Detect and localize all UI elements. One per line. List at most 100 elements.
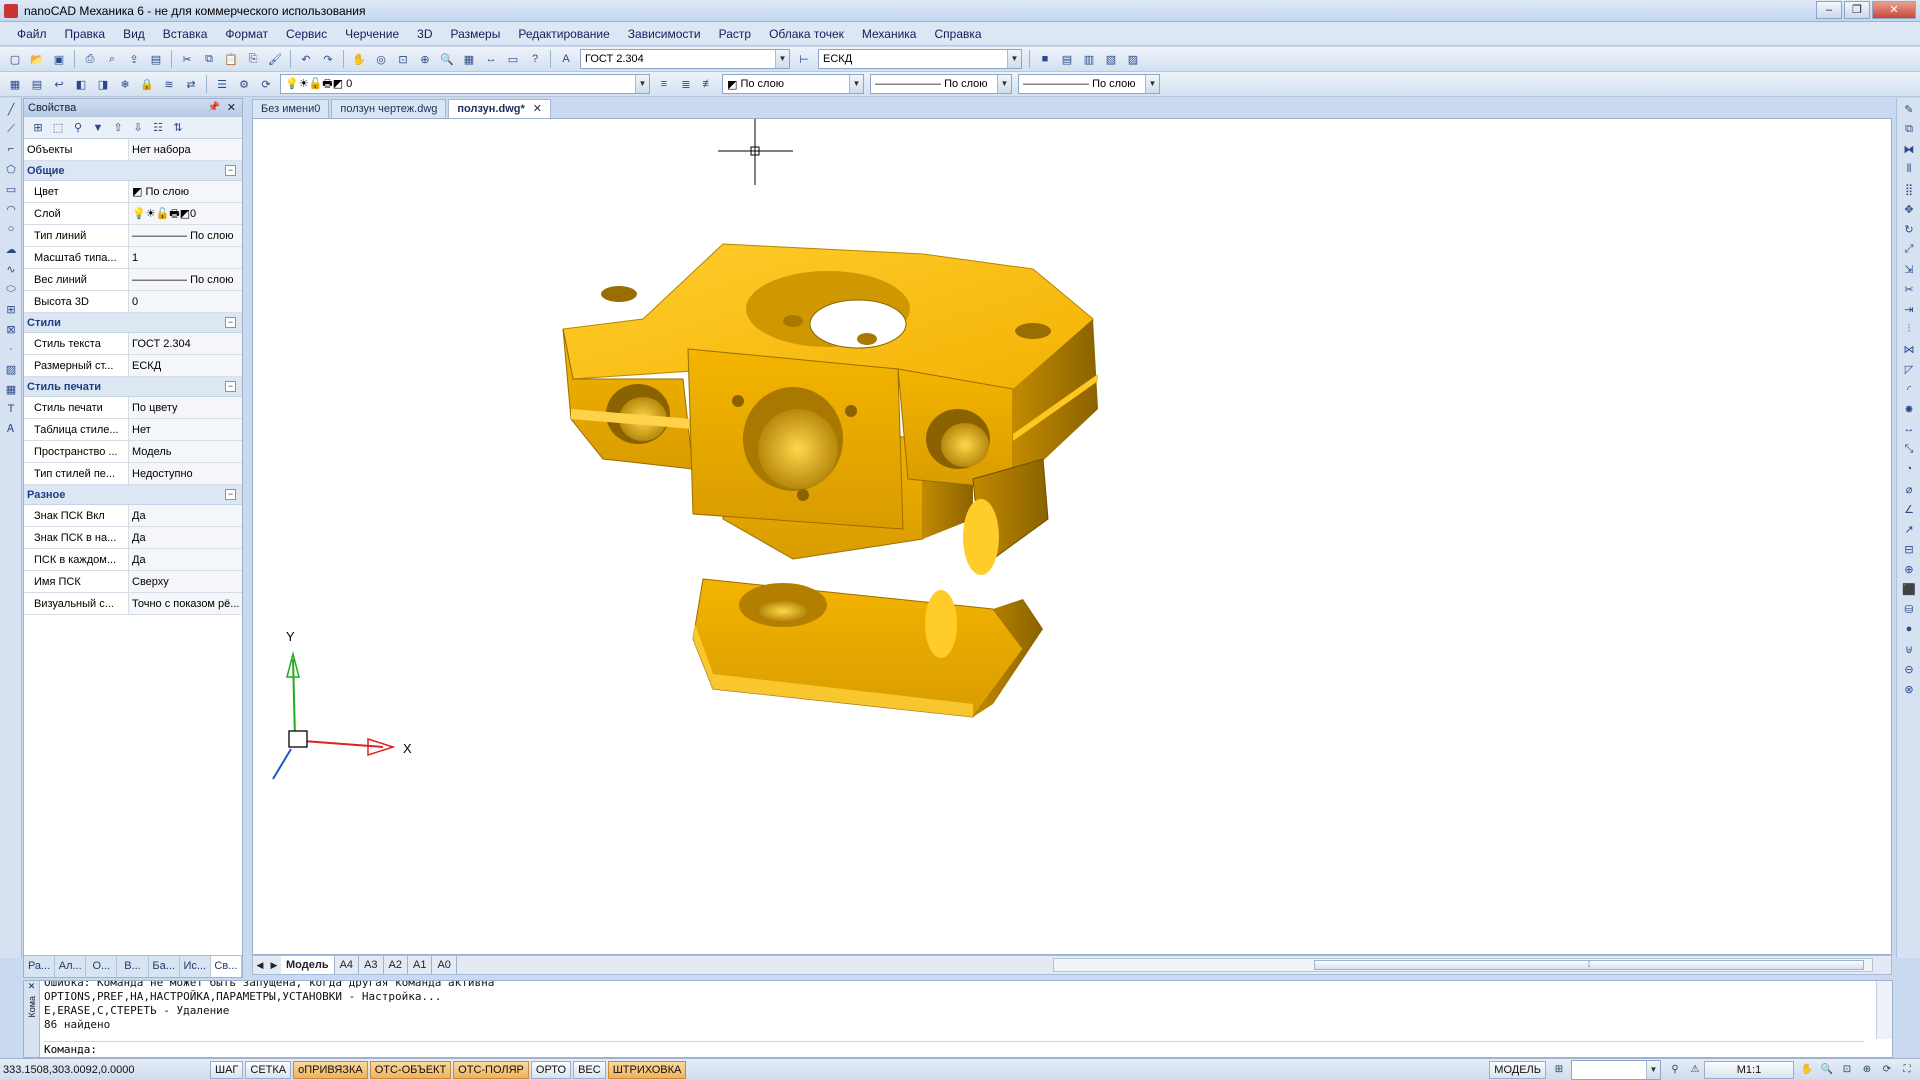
menu-dimensions[interactable]: Размеры xyxy=(441,27,509,41)
text-icon[interactable]: T xyxy=(1,400,21,418)
dim-style-icon[interactable]: ⊢ xyxy=(794,49,814,69)
property-value[interactable]: ————— По слою xyxy=(129,269,242,290)
doc-tab[interactable]: Без имени0 xyxy=(252,99,330,118)
layout-tab[interactable]: A3 xyxy=(359,956,384,974)
fillet-icon[interactable]: ◜ xyxy=(1899,380,1919,398)
explode-icon[interactable]: ✸ xyxy=(1899,400,1919,418)
point-icon[interactable]: · xyxy=(1,340,21,358)
objects-row[interactable]: Объекты Нет набора xyxy=(24,139,242,161)
property-row[interactable]: Стиль текста ГОСТ 2.304 xyxy=(24,333,242,355)
menu-view[interactable]: Вид xyxy=(114,27,154,41)
save-icon[interactable]: ▣ xyxy=(49,49,69,69)
property-row[interactable]: Знак ПСК Вкл Да xyxy=(24,505,242,527)
menu-edit[interactable]: Правка xyxy=(56,27,115,41)
property-value[interactable]: ГОСТ 2.304 xyxy=(129,333,242,354)
property-value[interactable]: Модель xyxy=(129,441,242,462)
zoom-extents-icon[interactable]: ⊕ xyxy=(1858,1061,1876,1079)
move-down-icon[interactable]: ⇩ xyxy=(129,119,147,137)
arc-icon[interactable]: ◠ xyxy=(1,200,21,218)
close-icon[interactable]: ✕ xyxy=(227,99,236,117)
menu-raster[interactable]: Растр xyxy=(710,27,760,41)
property-value[interactable]: Да xyxy=(129,549,242,570)
zoom-icon[interactable]: 🔍 xyxy=(1818,1061,1836,1079)
match-properties-icon[interactable]: 🖌 xyxy=(265,49,285,69)
property-value[interactable]: Недоступно xyxy=(129,463,242,484)
xref-icon[interactable]: ▧ xyxy=(1101,49,1121,69)
layout-tab[interactable]: A1 xyxy=(408,956,433,974)
property-value[interactable]: Сверху xyxy=(129,571,242,592)
solid-sphere-icon[interactable]: ● xyxy=(1899,620,1919,638)
property-value[interactable]: Нет набора xyxy=(129,139,242,160)
print-icon[interactable]: ⎙ xyxy=(80,49,100,69)
fullscreen-icon[interactable]: ⛶ xyxy=(1898,1061,1916,1079)
collapse-icon[interactable]: − xyxy=(225,381,236,392)
layer-previous-icon[interactable]: ↩ xyxy=(49,74,69,94)
regen-icon[interactable]: ⟳ xyxy=(1878,1061,1896,1079)
spline-icon[interactable]: ∿ xyxy=(1,260,21,278)
property-value[interactable]: Да xyxy=(129,527,242,548)
layer-states-icon[interactable]: ▤ xyxy=(27,74,47,94)
property-value[interactable]: 1 xyxy=(129,247,242,268)
paste-icon[interactable]: 📋 xyxy=(221,49,241,69)
command-window-handle[interactable]: ✕ Кома xyxy=(24,981,40,1057)
property-value[interactable]: По цвету xyxy=(129,397,242,418)
menu-insert[interactable]: Вставка xyxy=(154,27,217,41)
grid-toggle[interactable]: СЕТКА xyxy=(245,1060,292,1079)
zoom-window-icon[interactable]: ⊡ xyxy=(1838,1061,1856,1079)
polyline-icon[interactable]: ⌐ xyxy=(1,140,21,158)
menu-help[interactable]: Справка xyxy=(925,27,990,41)
select-similar-icon[interactable]: ⟳ xyxy=(256,74,276,94)
osnap-toggle[interactable]: оПРИВЯЗКА xyxy=(293,1060,368,1079)
snap-toggle[interactable]: ШАГ xyxy=(210,1060,244,1079)
area-icon[interactable]: ▭ xyxy=(503,49,523,69)
named-views-icon[interactable]: ▦ xyxy=(459,49,479,69)
layout-icon[interactable]: ⊞ xyxy=(1550,1061,1568,1079)
insert-block-icon[interactable]: ⊞ xyxy=(1,300,21,318)
section-general[interactable]: Общие − xyxy=(24,161,242,181)
layer-manager-icon[interactable]: ▦ xyxy=(5,74,25,94)
layer-off-icon[interactable]: ◨ xyxy=(93,74,113,94)
new-file-icon[interactable]: ▢ xyxy=(5,49,25,69)
section-styles[interactable]: Стили − xyxy=(24,313,242,333)
copy-icon[interactable]: ⧉ xyxy=(199,49,219,69)
layout-tab-model[interactable]: Модель xyxy=(281,956,335,974)
doc-tab-active[interactable]: ползун.dwg* ✕ xyxy=(448,99,551,118)
panel-tab[interactable]: О... xyxy=(86,956,118,977)
cut-icon[interactable]: ✂ xyxy=(177,49,197,69)
polygon-icon[interactable]: ⬠ xyxy=(1,160,21,178)
command-input[interactable]: Команда: xyxy=(44,1041,1864,1057)
stretch-icon[interactable]: ⇲ xyxy=(1899,260,1919,278)
linetype-combo[interactable]: —————— По слою ▼ xyxy=(870,74,1012,94)
property-value[interactable]: ◩ По слою xyxy=(129,181,242,202)
property-row[interactable]: Слой 💡☀🔓🖶◩0 xyxy=(24,203,242,225)
minimize-button[interactable]: – xyxy=(1816,1,1842,19)
quick-select-icon[interactable]: ⚲ xyxy=(69,119,87,137)
section-misc[interactable]: Разное − xyxy=(24,485,242,505)
pan-icon[interactable]: ✋ xyxy=(349,49,369,69)
object-properties-icon[interactable]: ☰ xyxy=(212,74,232,94)
solid-box-icon[interactable]: ⬛ xyxy=(1899,580,1919,598)
layout-tab[interactable]: A0 xyxy=(432,956,457,974)
dim-style-combo[interactable]: ЕСКД ▼ xyxy=(818,49,1022,69)
distance-icon[interactable]: ↔ xyxy=(481,49,501,69)
color-combo[interactable]: ◩ По слою ▼ xyxy=(722,74,864,94)
property-value[interactable]: Да xyxy=(129,505,242,526)
open-file-icon[interactable]: 📂 xyxy=(27,49,47,69)
filter-icon[interactable]: ▼ xyxy=(89,119,107,137)
tab-prev-icon[interactable]: ◀ xyxy=(253,960,267,971)
zoom-extents-icon[interactable]: ⊕ xyxy=(415,49,435,69)
hatch-toggle[interactable]: ШТРИХОВКА xyxy=(607,1060,687,1079)
select-objects-icon[interactable]: ⬚ xyxy=(49,119,67,137)
dimension-angular-icon[interactable]: ∠ xyxy=(1899,500,1919,518)
menu-point-clouds[interactable]: Облака точек xyxy=(760,27,853,41)
dimension-radius-icon[interactable]: ◔ xyxy=(1899,460,1919,478)
pan-icon[interactable]: ✋ xyxy=(1798,1061,1816,1079)
menu-file[interactable]: Файл xyxy=(8,27,56,41)
paste-special-icon[interactable]: ⎘ xyxy=(243,49,263,69)
layer-down-icon[interactable]: ≢ xyxy=(698,74,718,94)
solid-cylinder-icon[interactable]: ⛁ xyxy=(1899,600,1919,618)
undo-icon[interactable]: ↶ xyxy=(296,49,316,69)
ellipse-icon[interactable]: ⬭ xyxy=(1,280,21,298)
join-icon[interactable]: ⋈ xyxy=(1899,340,1919,358)
layer-isolate-icon[interactable]: ◧ xyxy=(71,74,91,94)
